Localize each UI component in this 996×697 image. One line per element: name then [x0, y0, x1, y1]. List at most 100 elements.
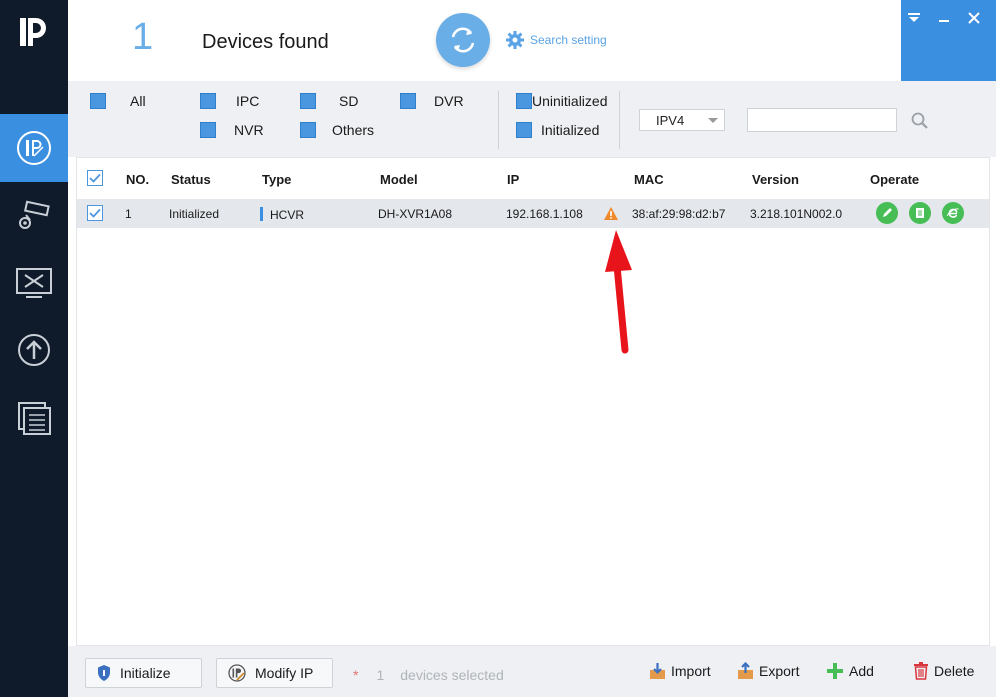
search-icon: [911, 112, 928, 129]
search-setting-link[interactable]: Search setting: [505, 30, 607, 50]
row-model: DH-XVR1A08: [378, 207, 453, 221]
selected-label: devices selected: [400, 667, 504, 683]
col-status: Status: [171, 172, 211, 187]
checkmark-icon: [89, 173, 101, 183]
nav-camera-settings[interactable]: [0, 181, 68, 249]
row-type-label: HCVR: [270, 208, 305, 222]
filter-ipc-label: IPC: [236, 93, 260, 109]
search-setting-label: Search setting: [530, 33, 607, 47]
minimize-button[interactable]: [934, 8, 954, 28]
initialize-label: Initialize: [120, 665, 171, 681]
shield-icon: [98, 665, 110, 681]
ip-config-icon: [17, 131, 51, 165]
dropdown-menu-button[interactable]: [904, 8, 924, 28]
ip-version-select[interactable]: IPV4: [639, 109, 725, 131]
filter-all-checkbox[interactable]: [90, 93, 106, 109]
export-icon: [738, 662, 753, 679]
export-label: Export: [759, 663, 800, 679]
header: 1 Devices found Search setting: [68, 0, 901, 81]
pencil-icon: [883, 208, 892, 217]
gear-icon: [506, 31, 524, 49]
import-button[interactable]: Import: [649, 662, 711, 680]
modify-ip-label: Modify IP: [255, 665, 314, 681]
import-label: Import: [671, 663, 711, 679]
web-open-button[interactable]: [942, 202, 964, 224]
filter-all-label: All: [130, 93, 146, 109]
col-operate: Operate: [870, 172, 920, 187]
close-icon: [968, 12, 980, 24]
search-input[interactable]: [747, 108, 897, 132]
refresh-button[interactable]: [436, 13, 490, 67]
camera-gear-icon: [19, 200, 50, 229]
filter-uninitialized-label: Uninitialized: [532, 93, 608, 109]
monitor-tools-icon: [16, 268, 52, 298]
devices-found-label: Devices found: [202, 31, 329, 53]
filter-divider: [498, 91, 499, 149]
table-row[interactable]: 1 Initialized HCVR DH-XVR1A08 192.168.1.…: [77, 199, 989, 228]
browser-icon: [947, 208, 959, 218]
sidebar: [0, 0, 68, 697]
filter-dvr-label: DVR: [434, 93, 464, 109]
nav-device-config[interactable]: [0, 114, 68, 182]
device-table: NO. Status Type Model IP MAC Version Ope…: [76, 157, 990, 646]
col-version: Version: [752, 172, 799, 187]
upgrade-arrow-icon: [18, 334, 50, 366]
filter-nvr-checkbox[interactable]: [200, 122, 216, 138]
delete-label: Delete: [934, 663, 975, 679]
initialize-button[interactable]: Initialize: [85, 658, 202, 688]
col-no: NO.: [126, 172, 150, 187]
add-button[interactable]: Add: [826, 662, 874, 680]
selection-star: *: [353, 667, 359, 683]
ip-edit-icon: [228, 664, 246, 682]
search-button[interactable]: [910, 111, 930, 131]
app-logo-icon: [20, 18, 46, 46]
col-type: Type: [262, 172, 292, 187]
filter-sd-label: SD: [339, 93, 359, 109]
filter-ipc-checkbox[interactable]: [200, 93, 216, 109]
filter-others-checkbox[interactable]: [300, 122, 316, 138]
filter-bar: All IPC SD DVR NVR Others Uninitialized …: [68, 81, 996, 157]
device-count: 1: [132, 16, 154, 58]
annotation-arrow: [605, 230, 632, 354]
filter-nvr-label: NVR: [234, 122, 264, 138]
filter-dvr-checkbox[interactable]: [400, 93, 416, 109]
selected-count: 1: [376, 667, 385, 683]
edit-button[interactable]: [876, 202, 898, 224]
selection-info: * 1 devices selected: [353, 667, 504, 683]
nav-documents[interactable]: [0, 384, 68, 452]
select-all-checkbox[interactable]: [87, 170, 103, 186]
filter-sd-checkbox[interactable]: [300, 93, 316, 109]
warning-icon[interactable]: [603, 206, 619, 221]
filter-uninitialized-checkbox[interactable]: [516, 93, 532, 109]
filter-divider-2: [619, 91, 620, 149]
col-ip: IP: [507, 172, 520, 187]
nav-system-tools[interactable]: [0, 249, 68, 317]
plus-icon: [827, 663, 843, 679]
add-label: Add: [849, 663, 874, 679]
row-no: 1: [125, 207, 132, 221]
row-checkbox[interactable]: [87, 205, 103, 221]
details-button[interactable]: [909, 202, 931, 224]
row-version: 3.218.101N002.0: [750, 207, 843, 221]
delete-button[interactable]: Delete: [913, 662, 974, 680]
col-model: Model: [380, 172, 418, 187]
row-status: Initialized: [169, 207, 220, 221]
ip-version-value: IPV4: [656, 113, 685, 128]
modify-ip-button[interactable]: Modify IP: [216, 658, 333, 688]
minimize-icon: [939, 20, 949, 22]
document-list-icon: [18, 402, 51, 435]
row-ip: 192.168.1.108: [506, 207, 583, 221]
footer-toolbar: Initialize Modify IP * 1 devices selected …: [68, 646, 996, 697]
row-mac: 38:af:29:98:d2:b7: [632, 207, 726, 221]
nav-upgrade[interactable]: [0, 316, 68, 384]
document-icon: [916, 208, 924, 218]
close-button[interactable]: [964, 8, 984, 28]
window-controls: [901, 0, 996, 81]
filter-initialized-label: Initialized: [541, 122, 600, 138]
export-button[interactable]: Export: [737, 662, 799, 680]
filter-others-label: Others: [332, 122, 375, 138]
menu-down-icon: [908, 13, 920, 22]
import-icon: [650, 663, 665, 679]
col-mac: MAC: [634, 172, 664, 187]
filter-initialized-checkbox[interactable]: [516, 122, 532, 138]
